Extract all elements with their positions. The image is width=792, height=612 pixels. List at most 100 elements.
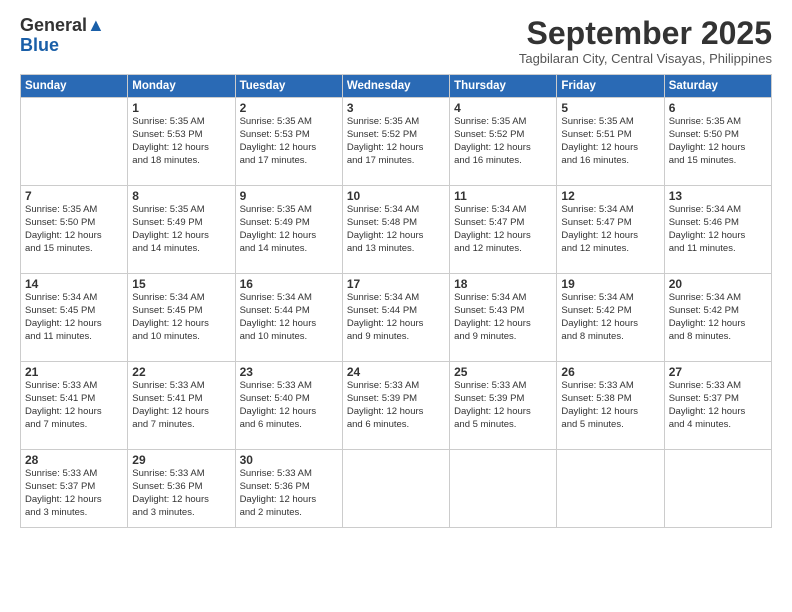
table-row: 16Sunrise: 5:34 AM Sunset: 5:44 PM Dayli… [235, 274, 342, 362]
day-info: Sunrise: 5:33 AM Sunset: 5:37 PM Dayligh… [669, 380, 767, 431]
table-row: 6Sunrise: 5:35 AM Sunset: 5:50 PM Daylig… [664, 98, 771, 186]
table-row: 29Sunrise: 5:33 AM Sunset: 5:36 PM Dayli… [128, 450, 235, 528]
day-number: 4 [454, 101, 552, 115]
table-row: 3Sunrise: 5:35 AM Sunset: 5:52 PM Daylig… [342, 98, 449, 186]
day-number: 13 [669, 189, 767, 203]
day-info: Sunrise: 5:33 AM Sunset: 5:40 PM Dayligh… [240, 380, 338, 431]
day-number: 5 [561, 101, 659, 115]
day-info: Sunrise: 5:34 AM Sunset: 5:45 PM Dayligh… [132, 292, 230, 343]
day-info: Sunrise: 5:35 AM Sunset: 5:50 PM Dayligh… [669, 116, 767, 167]
day-info: Sunrise: 5:33 AM Sunset: 5:36 PM Dayligh… [240, 468, 338, 519]
table-row: 18Sunrise: 5:34 AM Sunset: 5:43 PM Dayli… [450, 274, 557, 362]
month-title: September 2025 [519, 16, 772, 51]
day-info: Sunrise: 5:35 AM Sunset: 5:51 PM Dayligh… [561, 116, 659, 167]
day-info: Sunrise: 5:34 AM Sunset: 5:43 PM Dayligh… [454, 292, 552, 343]
col-thursday: Thursday [450, 75, 557, 98]
day-number: 23 [240, 365, 338, 379]
calendar-week-row: 14 Sunrise: 5:34 AM Sunset: 5:45 PM Dayli… [21, 274, 772, 362]
table-row: 19Sunrise: 5:34 AM Sunset: 5:42 PM Dayli… [557, 274, 664, 362]
day-number: 16 [240, 277, 338, 291]
calendar-header-row: Sunday Monday Tuesday Wednesday Thursday… [21, 75, 772, 98]
table-row: 22Sunrise: 5:33 AM Sunset: 5:41 PM Dayli… [128, 362, 235, 450]
day-number: 9 [240, 189, 338, 203]
logo-text: General▲ Blue [20, 16, 105, 56]
table-row: 9Sunrise: 5:35 AM Sunset: 5:49 PM Daylig… [235, 186, 342, 274]
day-info: Sunrise: 5:35 AM Sunset: 5:52 PM Dayligh… [454, 116, 552, 167]
calendar-table: Sunday Monday Tuesday Wednesday Thursday… [20, 74, 772, 528]
day-number: 2 [240, 101, 338, 115]
table-row: 15Sunrise: 5:34 AM Sunset: 5:45 PM Dayli… [128, 274, 235, 362]
table-row: 26Sunrise: 5:33 AM Sunset: 5:38 PM Dayli… [557, 362, 664, 450]
day-info: Sunrise: 5:35 AM Sunset: 5:49 PM Dayligh… [132, 204, 230, 255]
col-tuesday: Tuesday [235, 75, 342, 98]
col-monday: Monday [128, 75, 235, 98]
day-number: 15 [132, 277, 230, 291]
table-row: 12Sunrise: 5:34 AM Sunset: 5:47 PM Dayli… [557, 186, 664, 274]
day-info: Sunrise: 5:34 AM Sunset: 5:42 PM Dayligh… [669, 292, 767, 343]
col-friday: Friday [557, 75, 664, 98]
day-number: 20 [669, 277, 767, 291]
table-row: 11Sunrise: 5:34 AM Sunset: 5:47 PM Dayli… [450, 186, 557, 274]
logo-icon: ▲ [87, 15, 105, 35]
day-info: Sunrise: 5:34 AM Sunset: 5:47 PM Dayligh… [454, 204, 552, 255]
day-info: Sunrise: 5:35 AM Sunset: 5:53 PM Dayligh… [132, 116, 230, 167]
day-info: Sunrise: 5:35 AM Sunset: 5:53 PM Dayligh… [240, 116, 338, 167]
day-info: Sunrise: 5:34 AM Sunset: 5:42 PM Dayligh… [561, 292, 659, 343]
table-row: 7Sunrise: 5:35 AM Sunset: 5:50 PM Daylig… [21, 186, 128, 274]
col-wednesday: Wednesday [342, 75, 449, 98]
day-number: 25 [454, 365, 552, 379]
day-info: Sunrise: 5:33 AM Sunset: 5:37 PM Dayligh… [25, 468, 123, 519]
day-number: 12 [561, 189, 659, 203]
table-row: 4Sunrise: 5:35 AM Sunset: 5:52 PM Daylig… [450, 98, 557, 186]
day-number: 17 [347, 277, 445, 291]
day-info: Sunrise: 5:34 AM Sunset: 5:47 PM Dayligh… [561, 204, 659, 255]
day-info: Sunrise: 5:34 AM Sunset: 5:44 PM Dayligh… [240, 292, 338, 343]
location-subtitle: Tagbilaran City, Central Visayas, Philip… [519, 51, 772, 66]
day-number: 3 [347, 101, 445, 115]
day-number: 18 [454, 277, 552, 291]
logo: General▲ Blue [20, 16, 105, 56]
table-row: 28Sunrise: 5:33 AM Sunset: 5:37 PM Dayli… [21, 450, 128, 528]
day-number: 26 [561, 365, 659, 379]
calendar-week-row: 28Sunrise: 5:33 AM Sunset: 5:37 PM Dayli… [21, 450, 772, 528]
calendar-week-row: 1Sunrise: 5:35 AM Sunset: 5:53 PM Daylig… [21, 98, 772, 186]
table-row: 25Sunrise: 5:33 AM Sunset: 5:39 PM Dayli… [450, 362, 557, 450]
day-info: Sunrise: 5:34 AM Sunset: 5:46 PM Dayligh… [669, 204, 767, 255]
day-info: Sunrise: 5:34 AM Sunset: 5:44 PM Dayligh… [347, 292, 445, 343]
table-row [21, 98, 128, 186]
day-number: 19 [561, 277, 659, 291]
table-row: 8Sunrise: 5:35 AM Sunset: 5:49 PM Daylig… [128, 186, 235, 274]
day-number: 11 [454, 189, 552, 203]
day-number: 7 [25, 189, 123, 203]
table-row: 24Sunrise: 5:33 AM Sunset: 5:39 PM Dayli… [342, 362, 449, 450]
day-info: Sunrise: 5:35 AM Sunset: 5:50 PM Dayligh… [25, 204, 123, 255]
day-number: 6 [669, 101, 767, 115]
day-number: 8 [132, 189, 230, 203]
table-row [342, 450, 449, 528]
table-row: 2Sunrise: 5:35 AM Sunset: 5:53 PM Daylig… [235, 98, 342, 186]
col-sunday: Sunday [21, 75, 128, 98]
table-row: 30Sunrise: 5:33 AM Sunset: 5:36 PM Dayli… [235, 450, 342, 528]
table-row: 14Sunrise: 5:34 AM Sunset: 5:45 PM Dayli… [21, 274, 128, 362]
calendar-week-row: 21Sunrise: 5:33 AM Sunset: 5:41 PM Dayli… [21, 362, 772, 450]
table-row [664, 450, 771, 528]
day-number: 24 [347, 365, 445, 379]
table-row: 27Sunrise: 5:33 AM Sunset: 5:37 PM Dayli… [664, 362, 771, 450]
table-row [557, 450, 664, 528]
table-row: 13Sunrise: 5:34 AM Sunset: 5:46 PM Dayli… [664, 186, 771, 274]
table-row: 20Sunrise: 5:34 AM Sunset: 5:42 PM Dayli… [664, 274, 771, 362]
day-number: 22 [132, 365, 230, 379]
col-saturday: Saturday [664, 75, 771, 98]
calendar-week-row: 7Sunrise: 5:35 AM Sunset: 5:50 PM Daylig… [21, 186, 772, 274]
day-info: Sunrise: 5:33 AM Sunset: 5:41 PM Dayligh… [25, 380, 123, 431]
day-info: Sunrise: 5:33 AM Sunset: 5:39 PM Dayligh… [454, 380, 552, 431]
day-number: 29 [132, 453, 230, 467]
day-info: Sunrise: 5:33 AM Sunset: 5:41 PM Dayligh… [132, 380, 230, 431]
day-info: Sunrise: 5:35 AM Sunset: 5:52 PM Dayligh… [347, 116, 445, 167]
day-number: 14 [25, 277, 123, 291]
page-header: General▲ Blue September 2025 Tagbilaran … [20, 16, 772, 66]
table-row [450, 450, 557, 528]
day-number: 30 [240, 453, 338, 467]
day-number: 10 [347, 189, 445, 203]
logo-general: General [20, 15, 87, 35]
